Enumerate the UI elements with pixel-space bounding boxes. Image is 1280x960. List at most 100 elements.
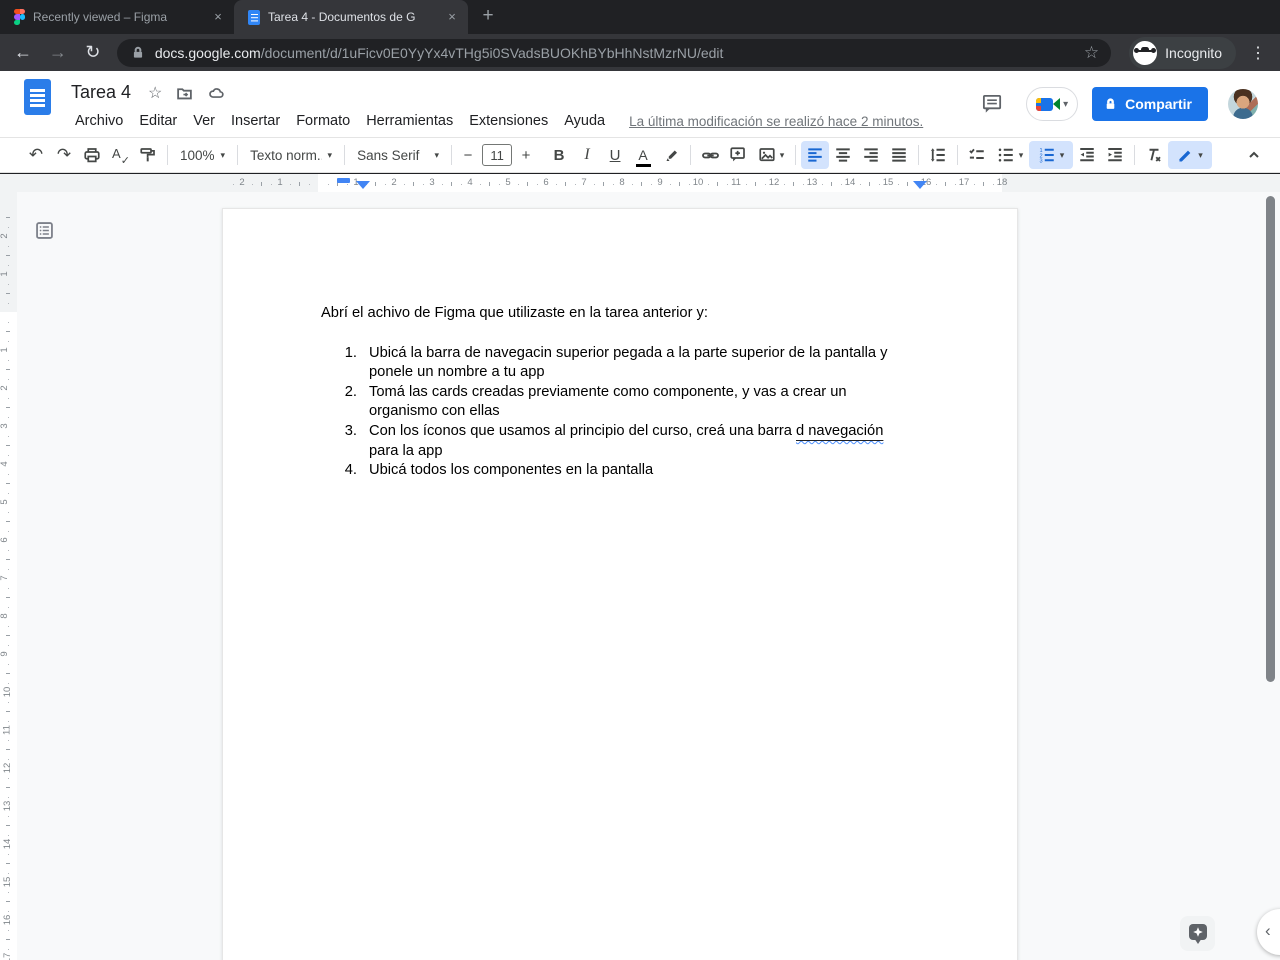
share-button[interactable]: Compartir: [1092, 87, 1208, 121]
insert-link-button[interactable]: [696, 141, 724, 169]
explore-icon: [1188, 923, 1207, 944]
document-body[interactable]: Abrí el achivo de Figma que utilizaste e…: [321, 304, 941, 481]
browser-tab-strip: Recently viewed – Figma × Tarea 4 - Docu…: [0, 0, 1280, 34]
paint-format-button[interactable]: [134, 141, 162, 169]
browser-menu-button[interactable]: ⋮: [1250, 43, 1266, 63]
align-right-icon: [864, 146, 878, 164]
align-right-button[interactable]: [857, 141, 885, 169]
show-outline-button[interactable]: [30, 216, 58, 244]
move-folder-icon[interactable]: [176, 85, 193, 102]
menu-extensiones[interactable]: Extensiones: [461, 111, 556, 131]
star-doc-icon[interactable]: ☆: [148, 83, 162, 103]
vertical-scrollbar[interactable]: [1266, 196, 1275, 682]
ruler-tick: [8, 359, 9, 361]
back-button[interactable]: ←: [11, 42, 35, 63]
ruler-tick: [869, 182, 870, 186]
menu-insertar[interactable]: Insertar: [223, 111, 288, 131]
bulleted-list-button[interactable]: ▾: [991, 141, 1029, 169]
tab-figma[interactable]: Recently viewed – Figma ×: [0, 0, 234, 34]
ruler-tick: [308, 184, 310, 185]
hide-menus-button[interactable]: [1240, 141, 1268, 169]
bookmark-star-icon[interactable]: ☆: [1084, 43, 1099, 63]
align-center-button[interactable]: [829, 141, 857, 169]
paragraph-style-select[interactable]: Texto norm... ▾: [243, 141, 339, 169]
font-size-input[interactable]: 11: [482, 144, 513, 166]
vertical-ruler[interactable]: 2 1 1 2 3 4 5 6 7 8 9 10 11 12 13 14 15 16 17: [0, 192, 17, 960]
align-left-icon: [808, 146, 822, 164]
ruler-tick: [631, 184, 633, 185]
font-select[interactable]: Sans Serif ▾: [350, 141, 446, 169]
document-page[interactable]: Abrí el achivo de Figma que utilizaste e…: [222, 208, 1018, 960]
decrease-indent-button[interactable]: [1073, 141, 1101, 169]
menu-formato[interactable]: Formato: [288, 111, 358, 131]
underline-button[interactable]: U: [601, 141, 629, 169]
collapse-side-panel-button[interactable]: ‹: [1257, 909, 1280, 955]
menu-ver[interactable]: Ver: [185, 111, 223, 131]
bold-button[interactable]: B: [545, 141, 573, 169]
ruler-number: 9: [657, 177, 663, 188]
highlight-color-button[interactable]: [657, 141, 685, 169]
cloud-status-icon[interactable]: [207, 85, 226, 102]
bold-icon: B: [553, 146, 565, 164]
print-button[interactable]: [78, 141, 106, 169]
editing-mode-button[interactable]: ▾: [1168, 141, 1213, 169]
right-indent-marker[interactable]: [913, 181, 927, 189]
list-number: 4.: [344, 462, 357, 479]
insert-image-button[interactable]: ▾: [752, 141, 790, 169]
menu-ayuda[interactable]: Ayuda: [556, 111, 613, 131]
doc-title[interactable]: Tarea 4: [71, 82, 131, 103]
checklist-button[interactable]: [963, 141, 991, 169]
increase-indent-button[interactable]: [1101, 141, 1129, 169]
ruler-tick: [8, 891, 9, 893]
ruler-tick: [603, 182, 604, 186]
reload-button[interactable]: ↻: [81, 42, 105, 63]
increase-font-size-button[interactable]: +: [515, 141, 537, 169]
doc-list-item: 3. Con los íconos que usamos al principio…: [321, 422, 941, 461]
address-bar[interactable]: docs.google.com /document/d/1uFicv0E0YyY…: [116, 38, 1112, 67]
tab-close-icon[interactable]: ×: [210, 9, 226, 25]
add-comment-button[interactable]: [724, 141, 752, 169]
first-line-indent-marker[interactable]: [337, 178, 350, 183]
last-edit-status[interactable]: La última modificación se realizó hace 2…: [629, 112, 923, 131]
ruler-tick: [6, 521, 10, 522]
undo-button[interactable]: ↶: [22, 141, 50, 169]
ruler-tick: [6, 407, 10, 408]
spellcheck-button[interactable]: A ✓: [106, 141, 134, 169]
ruler-number: 7: [581, 177, 587, 188]
ruler-tick: [859, 184, 861, 185]
clear-formatting-button[interactable]: [1140, 141, 1168, 169]
justify-icon: [892, 146, 906, 164]
ruler-number: 10: [692, 177, 704, 188]
menu-herramientas[interactable]: Herramientas: [358, 111, 461, 131]
meet-button[interactable]: ▾: [1026, 87, 1079, 121]
share-lock-icon: [1106, 98, 1115, 109]
tab-docs[interactable]: Tarea 4 - Documentos de G ×: [234, 0, 468, 34]
open-comments-icon[interactable]: [981, 93, 1004, 116]
italic-button[interactable]: I: [573, 141, 601, 169]
link-icon: [701, 146, 720, 165]
ruler-number: 11: [731, 177, 741, 188]
explore-button[interactable]: [1180, 916, 1215, 951]
justify-button[interactable]: [885, 141, 913, 169]
text-color-button[interactable]: A: [629, 141, 657, 169]
redo-button[interactable]: ↷: [50, 141, 78, 169]
zoom-select[interactable]: 100% ▾: [173, 141, 232, 169]
forward-button[interactable]: →: [46, 42, 70, 63]
numbered-list-button[interactable]: 1 2 3 ▾: [1029, 141, 1074, 169]
chevron-up-icon: [1246, 147, 1262, 163]
doc-list-item: 4. Ubicá todos los componentes en la pant…: [321, 461, 941, 481]
menu-archivo[interactable]: Archivo: [67, 111, 131, 131]
decrease-font-size-button[interactable]: −: [457, 141, 479, 169]
account-avatar[interactable]: [1228, 89, 1258, 119]
menu-editar[interactable]: Editar: [131, 111, 185, 131]
new-tab-button[interactable]: +: [474, 3, 502, 31]
horizontal-ruler[interactable]: 2 1 1 2 3 4 5 6 7 8 9 10 11 12 13 14 15 16 17 18: [0, 174, 1280, 192]
align-left-button[interactable]: [801, 141, 830, 169]
docs-logo-icon[interactable]: [24, 79, 51, 115]
line-spacing-button[interactable]: [924, 141, 952, 169]
spellcheck-suggestion-text[interactable]: d navegación: [796, 423, 883, 439]
align-center-icon: [836, 146, 850, 164]
left-indent-marker[interactable]: [356, 181, 370, 189]
ruler-tick: [8, 226, 9, 228]
tab-close-icon[interactable]: ×: [444, 9, 460, 25]
